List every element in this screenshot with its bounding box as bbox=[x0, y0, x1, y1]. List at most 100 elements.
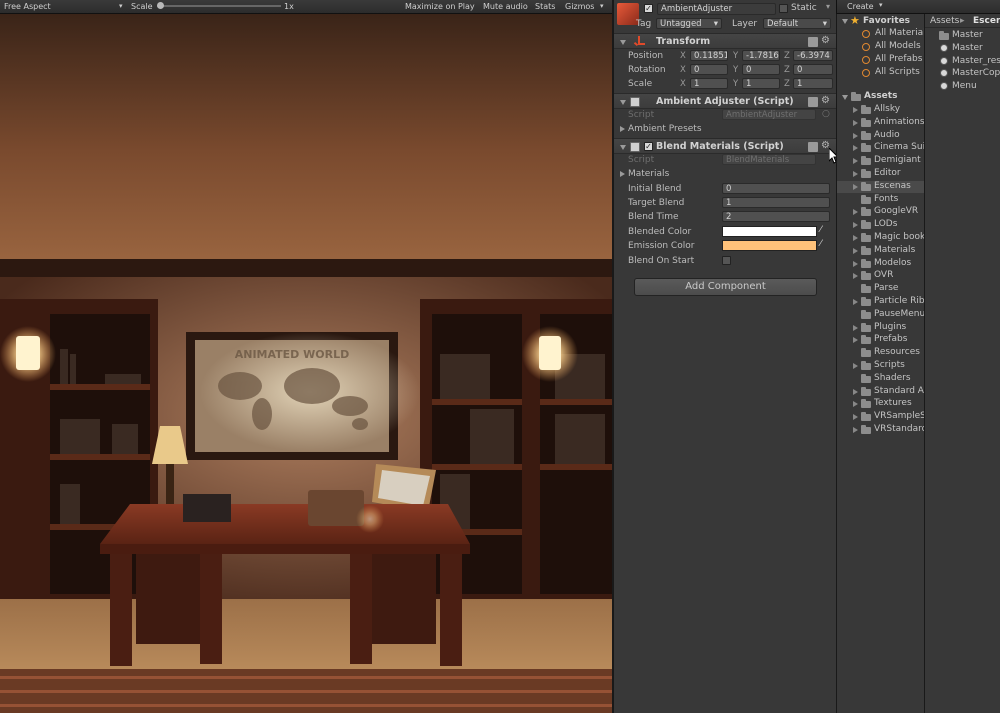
maximize-on-play-toggle[interactable]: Maximize on Play bbox=[405, 2, 475, 11]
position-z-field[interactable]: -6.3974 bbox=[793, 50, 833, 61]
folder-item[interactable]: Particle Ribbon bbox=[837, 296, 924, 308]
help-book-icon[interactable] bbox=[808, 142, 818, 152]
folder-item[interactable]: Shaders bbox=[837, 373, 924, 385]
foldout-arrow-icon[interactable] bbox=[853, 324, 858, 331]
foldout-arrow-icon[interactable] bbox=[853, 260, 858, 267]
gizmos-dropdown-arrow[interactable]: ▾ bbox=[600, 2, 604, 10]
foldout-arrow-icon[interactable] bbox=[853, 132, 858, 139]
component-enabled-checkbox[interactable]: ✓ bbox=[644, 142, 653, 151]
foldout-arrow-icon[interactable] bbox=[853, 158, 858, 165]
favorite-item[interactable]: All Models bbox=[875, 41, 921, 53]
foldout-arrow-icon[interactable] bbox=[853, 427, 858, 433]
create-dropdown[interactable]: Create bbox=[847, 2, 874, 11]
file-item[interactable]: Master_res bbox=[925, 56, 1000, 68]
game-view[interactable]: Free Aspect ▾ Scale 1x Maximize on Play … bbox=[0, 0, 612, 713]
target-blend-field[interactable]: 1 bbox=[722, 197, 830, 208]
add-component-button[interactable]: Add Component bbox=[634, 278, 817, 296]
position-y-field[interactable]: -1.7816 bbox=[742, 50, 780, 61]
foldout-arrow-icon[interactable] bbox=[842, 95, 848, 100]
folder-item[interactable]: Allsky bbox=[837, 104, 924, 116]
foldout-arrow-icon[interactable] bbox=[853, 171, 858, 177]
foldout-arrow-icon[interactable] bbox=[620, 171, 625, 177]
active-checkbox[interactable]: ✓ bbox=[644, 4, 653, 13]
folder-item[interactable]: PauseMenu bbox=[837, 309, 924, 321]
folder-item[interactable]: OVR bbox=[837, 270, 924, 282]
folder-item[interactable]: Modelos bbox=[837, 258, 924, 270]
stats-toggle[interactable]: Stats bbox=[535, 2, 555, 11]
mute-audio-toggle[interactable]: Mute audio bbox=[483, 2, 528, 11]
blend-materials-header[interactable]: ✓ Blend Materials (Script) ⚙ bbox=[614, 138, 836, 154]
favorite-item[interactable]: All Prefabs bbox=[875, 54, 922, 66]
folder-item[interactable]: Cinema Suite bbox=[837, 142, 924, 154]
foldout-arrow-icon[interactable] bbox=[853, 414, 858, 421]
scale-y-field[interactable]: 1 bbox=[742, 78, 780, 89]
help-book-icon[interactable] bbox=[808, 37, 818, 47]
foldout-arrow-icon[interactable] bbox=[620, 145, 626, 150]
eyedropper-icon[interactable]: ⁄ bbox=[820, 239, 822, 249]
foldout-arrow-icon[interactable] bbox=[842, 19, 848, 24]
folder-item[interactable]: Textures bbox=[837, 398, 924, 410]
foldout-arrow-icon[interactable] bbox=[853, 401, 858, 408]
folder-item[interactable]: Escenas bbox=[837, 180, 924, 193]
file-item[interactable]: Menu bbox=[925, 81, 1000, 93]
foldout-arrow-icon[interactable] bbox=[620, 100, 626, 105]
foldout-arrow-icon[interactable] bbox=[853, 209, 858, 216]
favorite-item[interactable]: All Scripts bbox=[875, 67, 920, 79]
folder-item[interactable]: VRStandardAssets bbox=[837, 424, 924, 436]
file-item[interactable]: MasterCopy bbox=[925, 68, 1000, 80]
folder-item[interactable]: Resources bbox=[837, 347, 924, 359]
foldout-arrow-icon[interactable] bbox=[853, 388, 858, 395]
blend-on-start-checkbox[interactable] bbox=[722, 256, 731, 265]
settings-gear-icon[interactable]: ⚙ bbox=[821, 95, 830, 106]
scale-slider[interactable] bbox=[157, 2, 281, 9]
folder-item[interactable]: Plugins bbox=[837, 322, 924, 334]
foldout-arrow-icon[interactable] bbox=[853, 183, 858, 190]
breadcrumb-current[interactable]: Escenas bbox=[973, 16, 1000, 26]
tag-dropdown[interactable]: Untagged ▾ bbox=[656, 18, 722, 29]
materials-row[interactable]: Materials bbox=[614, 167, 836, 181]
folder-item[interactable]: Materials bbox=[837, 245, 924, 257]
folder-item[interactable]: GoogleVR bbox=[837, 206, 924, 218]
create-dropdown-arrow[interactable]: ▾ bbox=[879, 1, 883, 9]
folder-item[interactable]: LODs bbox=[837, 219, 924, 231]
folder-item[interactable]: Animations bbox=[837, 117, 924, 129]
rotation-y-field[interactable]: 0 bbox=[742, 64, 780, 75]
folder-item[interactable]: VRSampleScenes bbox=[837, 411, 924, 423]
blended-color-swatch[interactable] bbox=[722, 226, 817, 237]
breadcrumb-root[interactable]: Assets bbox=[930, 16, 959, 26]
foldout-arrow-icon[interactable] bbox=[853, 337, 858, 344]
favorite-item[interactable]: All Materials bbox=[875, 28, 924, 40]
rotation-x-field[interactable]: 0 bbox=[690, 64, 728, 75]
folder-item[interactable]: Standard Assets bbox=[837, 386, 924, 398]
foldout-arrow-icon[interactable] bbox=[853, 145, 858, 152]
scale-slider-thumb[interactable] bbox=[157, 2, 164, 9]
foldout-arrow-icon[interactable] bbox=[853, 222, 858, 229]
folder-item[interactable]: Fonts bbox=[837, 194, 924, 206]
foldout-arrow-icon[interactable] bbox=[853, 107, 858, 113]
foldout-arrow-icon[interactable] bbox=[853, 273, 858, 280]
rotation-z-field[interactable]: 0 bbox=[793, 64, 833, 75]
object-name-field[interactable]: AmbientAdjuster bbox=[657, 3, 776, 15]
foldout-arrow-icon[interactable] bbox=[853, 299, 858, 305]
folder-item[interactable]: Demigiant bbox=[837, 155, 924, 167]
ambient-presets-row[interactable]: Ambient Presets bbox=[614, 122, 836, 136]
position-x-field[interactable]: 0.11851 bbox=[690, 50, 728, 61]
static-dropdown-icon[interactable]: ▾ bbox=[826, 2, 830, 11]
scale-x-field[interactable]: 1 bbox=[690, 78, 728, 89]
folder-item[interactable]: Editor bbox=[837, 168, 924, 180]
folder-item[interactable]: Magic book bbox=[837, 232, 924, 244]
help-book-icon[interactable] bbox=[808, 97, 818, 107]
blend-time-field[interactable]: 2 bbox=[722, 211, 830, 222]
object-picker-icon[interactable]: ○ bbox=[822, 109, 830, 119]
foldout-arrow-icon[interactable] bbox=[620, 126, 625, 132]
gizmos-dropdown[interactable]: Gizmos bbox=[565, 2, 594, 11]
aspect-dropdown-arrow[interactable]: ▾ bbox=[119, 2, 123, 10]
folder-item[interactable]: Audio bbox=[837, 130, 924, 142]
foldout-arrow-icon[interactable] bbox=[853, 235, 858, 241]
settings-gear-icon[interactable]: ⚙ bbox=[821, 35, 830, 46]
file-item[interactable]: Master bbox=[925, 43, 1000, 55]
layer-dropdown[interactable]: Default ▾ bbox=[763, 18, 831, 29]
transform-header[interactable]: Transform ⚙ bbox=[614, 33, 836, 49]
aspect-dropdown[interactable]: Free Aspect bbox=[4, 2, 51, 11]
foldout-arrow-icon[interactable] bbox=[853, 119, 858, 126]
